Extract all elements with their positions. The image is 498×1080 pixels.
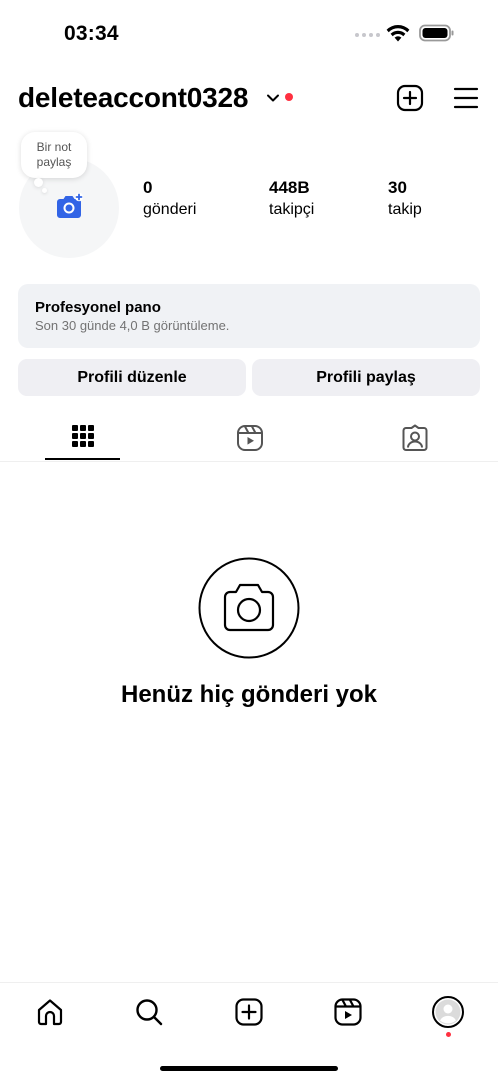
create-plus-icon[interactable] [396, 84, 424, 112]
following-stat[interactable]: 30 takip [388, 178, 422, 220]
note-line-1: Bir not [36, 140, 72, 154]
tagged-icon [402, 424, 427, 451]
posts-count: 0 [143, 178, 153, 197]
bottom-navigation [0, 982, 498, 1080]
dashboard-title: Profesyonel pano [35, 299, 161, 316]
following-count: 30 [388, 178, 407, 197]
status-time: 03:34 [64, 22, 119, 45]
following-label: takip [388, 201, 422, 218]
add-photo-camera-icon[interactable] [54, 193, 84, 221]
followers-label: takipçi [269, 201, 315, 218]
profile-avatar-icon[interactable] [432, 996, 464, 1028]
posts-label: gönderi [143, 201, 197, 218]
profile-screen: 03:34 deleteaccont0328 Bir not paylaş 0 … [0, 0, 498, 1080]
dashboard-subtitle: Son 30 günde 4,0 B görüntüleme. [35, 318, 230, 333]
create-icon[interactable] [234, 997, 264, 1027]
wifi-icon [386, 25, 410, 42]
followers-stat[interactable]: 448B takipçi [269, 178, 314, 220]
content-tabs [0, 416, 498, 462]
tab-reels[interactable] [212, 416, 287, 462]
tab-posts-grid[interactable] [45, 416, 120, 462]
reels-icon[interactable] [333, 997, 363, 1027]
profile-notification-dot [446, 1032, 451, 1037]
posts-stat[interactable]: 0 gönderi [143, 178, 196, 220]
note-line-2: paylaş [36, 155, 72, 169]
home-indicator[interactable] [160, 1066, 338, 1071]
account-username[interactable]: deleteaccont0328 [18, 82, 248, 114]
reels-icon [236, 425, 263, 451]
empty-state-text: Henüz hiç gönderi yok [120, 681, 378, 708]
grid-icon [71, 425, 94, 447]
menu-icon[interactable] [453, 85, 479, 111]
search-icon[interactable] [134, 997, 164, 1027]
notification-dot [285, 93, 293, 101]
active-tab-indicator [45, 458, 120, 460]
status-bar: 03:34 [0, 0, 498, 64]
note-bubble-tail [34, 178, 43, 187]
edit-profile-button[interactable]: Profili düzenle [18, 359, 246, 396]
note-bubble-tail-small [42, 188, 47, 193]
share-note-bubble[interactable]: Bir not paylaş [21, 132, 87, 178]
professional-dashboard[interactable]: Profesyonel pano Son 30 günde 4,0 B görü… [18, 284, 480, 348]
tab-tagged[interactable] [377, 416, 452, 462]
battery-icon [419, 24, 454, 42]
followers-count: 448B [269, 178, 310, 197]
share-profile-button[interactable]: Profili paylaş [252, 359, 480, 396]
chevron-down-icon[interactable] [265, 92, 281, 104]
cellular-signal-icon [355, 33, 380, 37]
profile-header: deleteaccont0328 [0, 78, 498, 122]
camera-icon [198, 557, 300, 659]
home-icon[interactable] [35, 997, 65, 1027]
